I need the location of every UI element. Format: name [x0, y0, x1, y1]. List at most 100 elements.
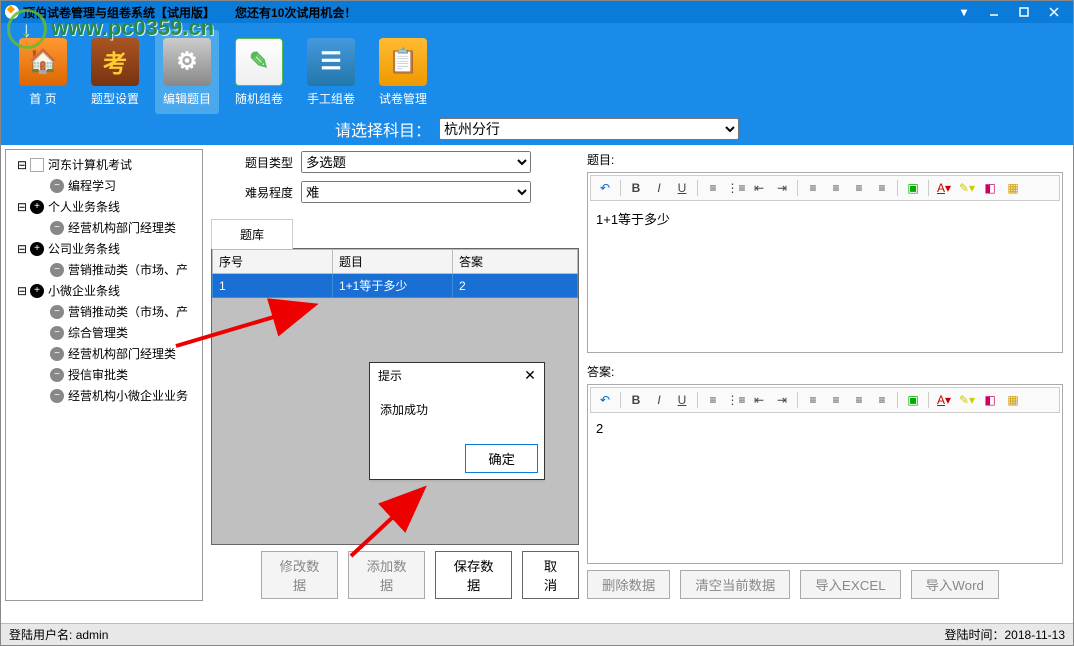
- fontcolor-icon[interactable]: A▾: [934, 178, 954, 198]
- underline-icon[interactable]: U: [672, 390, 692, 410]
- toggle-icon[interactable]: ⊟: [16, 243, 28, 255]
- align-right-icon[interactable]: ≡: [849, 390, 869, 410]
- underline-icon[interactable]: U: [672, 178, 692, 198]
- col-question[interactable]: 题目: [333, 250, 453, 274]
- align-right-icon[interactable]: ≡: [849, 178, 869, 198]
- minus-icon: −: [50, 305, 64, 319]
- tree-label: 小微企业条线: [48, 282, 120, 299]
- align-center-icon[interactable]: ≡: [826, 390, 846, 410]
- list-bul-icon[interactable]: ⋮≡: [726, 178, 746, 198]
- more-icon[interactable]: ▦: [1003, 390, 1023, 410]
- tree-label: 授信审批类: [68, 366, 128, 383]
- type-label: 题目类型: [211, 154, 301, 171]
- table-row[interactable]: 1 1+1等于多少 2: [213, 274, 578, 298]
- tool-manual[interactable]: ☰ 手工组卷: [299, 30, 363, 114]
- image-icon[interactable]: ▣: [903, 390, 923, 410]
- bold-icon[interactable]: B: [626, 178, 646, 198]
- subject-label: 请选择科目：: [335, 117, 431, 141]
- clipboard-icon: 📋: [388, 47, 418, 76]
- tree-node[interactable]: −综合管理类: [8, 322, 200, 343]
- tool-papers[interactable]: 📋 试卷管理: [371, 30, 435, 114]
- highlight-icon[interactable]: ✎▾: [957, 390, 977, 410]
- toggle-icon[interactable]: ⊟: [16, 285, 28, 297]
- settings-icon[interactable]: ▾: [949, 2, 979, 22]
- types-icon: 考: [103, 44, 127, 79]
- indent-icon[interactable]: ⇥: [772, 178, 792, 198]
- dialog-ok-button[interactable]: 确定: [465, 444, 538, 473]
- gear-icon: ⚙: [176, 47, 198, 76]
- status-time-label: 登陆时间：: [944, 626, 1004, 643]
- watermark: www.pc0359.cn: [7, 9, 214, 49]
- align-left-icon[interactable]: ≡: [803, 178, 823, 198]
- toggle-icon[interactable]: ⊟: [16, 201, 28, 213]
- tree-node[interactable]: −经营机构部门经理类: [8, 217, 200, 238]
- add-button[interactable]: 添加数据: [348, 551, 425, 599]
- maximize-button[interactable]: [1009, 2, 1039, 22]
- list-bul-icon[interactable]: ⋮≡: [726, 390, 746, 410]
- tool-random[interactable]: ✎ 随机组卷: [227, 30, 291, 114]
- col-answer[interactable]: 答案: [453, 250, 578, 274]
- close-button[interactable]: [1039, 2, 1069, 22]
- tree-node[interactable]: −营销推动类（市场、产: [8, 301, 200, 322]
- modify-button[interactable]: 修改数据: [261, 551, 338, 599]
- undo-icon[interactable]: ↶: [595, 178, 615, 198]
- tab-bank[interactable]: 题库: [211, 219, 293, 249]
- dialog-close-button[interactable]: ✕: [520, 365, 540, 385]
- import-word-button[interactable]: 导入Word: [911, 570, 999, 599]
- erase-icon[interactable]: ◧: [980, 178, 1000, 198]
- tree-node[interactable]: −经营机构部门经理类: [8, 343, 200, 364]
- tree-node[interactable]: −经营机构小微企业业务: [8, 385, 200, 406]
- align-left-icon[interactable]: ≡: [803, 390, 823, 410]
- diff-select[interactable]: 难: [301, 181, 531, 203]
- toggle-icon[interactable]: ⊟: [16, 159, 28, 171]
- tree-node[interactable]: −编程学习: [8, 175, 200, 196]
- trial-notice: 您还有10次试用机会！: [235, 4, 356, 21]
- outdent-icon[interactable]: ⇤: [749, 178, 769, 198]
- category-tree[interactable]: ⊟河东计算机考试−编程学习⊟+个人业务条线−经营机构部门经理类⊟+公司业务条线−…: [5, 149, 203, 601]
- indent-icon[interactable]: ⇥: [772, 390, 792, 410]
- image-icon[interactable]: ▣: [903, 178, 923, 198]
- subject-bar: 请选择科目： 杭州分行: [1, 117, 1073, 145]
- cancel-button[interactable]: 取 消: [522, 551, 579, 599]
- italic-icon[interactable]: I: [649, 390, 669, 410]
- clear-button[interactable]: 清空当前数据: [680, 570, 790, 599]
- minus-icon: −: [50, 221, 64, 235]
- minus-icon: −: [50, 368, 64, 382]
- tree-node[interactable]: ⊟河东计算机考试: [8, 154, 200, 175]
- tree-node[interactable]: ⊟+小微企业条线: [8, 280, 200, 301]
- status-time: 2018-11-13: [1005, 628, 1066, 642]
- save-button[interactable]: 保存数据: [435, 551, 512, 599]
- dialog-body: 添加成功: [370, 387, 544, 438]
- highlight-icon[interactable]: ✎▾: [957, 178, 977, 198]
- col-seq[interactable]: 序号: [213, 250, 333, 274]
- fontcolor-icon[interactable]: A▾: [934, 390, 954, 410]
- align-center-icon[interactable]: ≡: [826, 178, 846, 198]
- more-icon[interactable]: ▦: [1003, 178, 1023, 198]
- tree-node[interactable]: ⊟+个人业务条线: [8, 196, 200, 217]
- tree-node[interactable]: −营销推动类（市场、产: [8, 259, 200, 280]
- undo-icon[interactable]: ↶: [595, 390, 615, 410]
- minimize-button[interactable]: [979, 2, 1009, 22]
- italic-icon[interactable]: I: [649, 178, 669, 198]
- question-content[interactable]: 1+1等于多少: [588, 203, 1062, 352]
- tree-node[interactable]: −授信审批类: [8, 364, 200, 385]
- tree-label: 编程学习: [68, 177, 116, 194]
- minus-icon: −: [50, 389, 64, 403]
- tree-label: 经营机构小微企业业务: [68, 387, 188, 404]
- answer-content[interactable]: 2: [588, 415, 1062, 564]
- delete-button[interactable]: 删除数据: [587, 570, 670, 599]
- answer-toolbar: ↶ B I U ≡ ⋮≡ ⇤ ⇥ ≡ ≡ ≡ ≡ ▣ A▾ ✎▾ ◧ ▦: [590, 387, 1060, 413]
- list-num-icon[interactable]: ≡: [703, 390, 723, 410]
- erase-icon[interactable]: ◧: [980, 390, 1000, 410]
- align-justify-icon[interactable]: ≡: [872, 390, 892, 410]
- type-select[interactable]: 多选题: [301, 151, 531, 173]
- subject-select[interactable]: 杭州分行: [439, 118, 739, 140]
- align-justify-icon[interactable]: ≡: [872, 178, 892, 198]
- outdent-icon[interactable]: ⇤: [749, 390, 769, 410]
- tree-label: 综合管理类: [68, 324, 128, 341]
- bold-icon[interactable]: B: [626, 390, 646, 410]
- import-excel-button[interactable]: 导入EXCEL: [800, 570, 900, 599]
- minus-icon: −: [50, 263, 64, 277]
- list-num-icon[interactable]: ≡: [703, 178, 723, 198]
- tree-node[interactable]: ⊟+公司业务条线: [8, 238, 200, 259]
